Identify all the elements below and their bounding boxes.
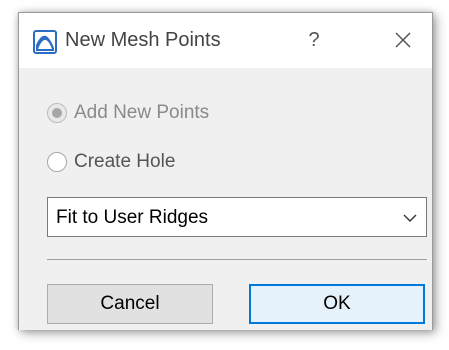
cancel-button[interactable]: Cancel [47,284,213,324]
chevron-down-icon [403,214,417,222]
help-button[interactable]: ? [302,26,326,54]
ok-button[interactable]: OK [249,284,425,324]
divider [47,259,427,260]
dialog-title: New Mesh Points [65,29,221,51]
title-bar[interactable]: New Mesh Points ? [19,13,432,68]
add-new-points-option[interactable]: Add New Points [47,100,209,126]
new-mesh-points-dialog: New Mesh Points ? Add New Points Create … [18,12,433,330]
screen: New Mesh Points ? Add New Points Create … [0,0,449,350]
fit-method-select[interactable]: Fit to User Ridges [47,197,427,237]
add-new-points-radio[interactable] [47,103,67,123]
create-hole-radio[interactable] [47,152,67,172]
fit-method-value: Fit to User Ridges [56,207,209,228]
create-hole-option[interactable]: Create Hole [47,149,175,175]
mesh-arc-icon [33,30,57,54]
radio-selected-dot [52,108,62,118]
dialog-body: Add New Points Create Hole Fit to User R… [19,68,432,330]
close-icon[interactable] [389,26,417,54]
create-hole-label: Create Hole [74,151,176,172]
add-new-points-label: Add New Points [74,102,210,123]
